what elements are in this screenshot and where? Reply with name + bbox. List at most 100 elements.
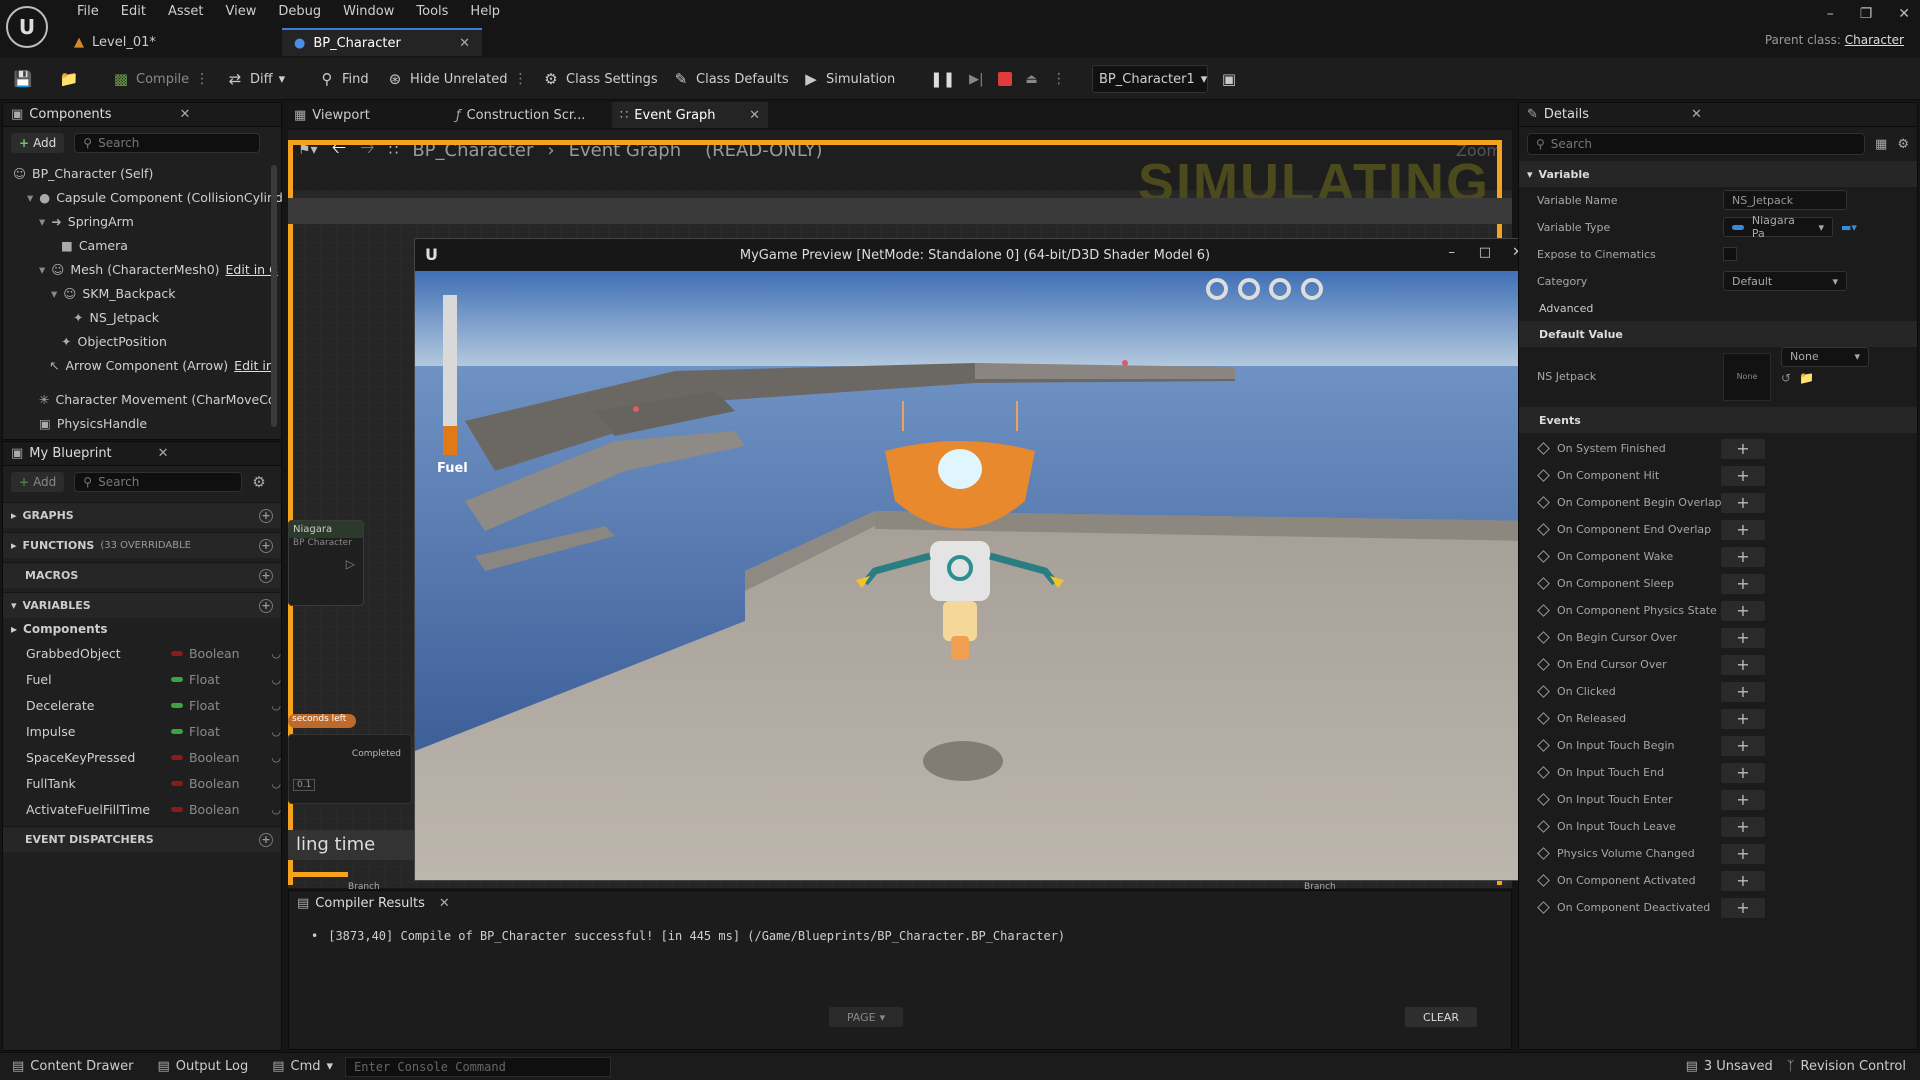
variable-row[interactable]: ActivateFuelFillTime Boolean ◡ (3, 796, 281, 822)
breadcrumb-root[interactable]: BP_Character (412, 140, 533, 161)
unreal-logo-icon[interactable]: U (6, 6, 48, 48)
close-icon[interactable]: ✕ (158, 446, 169, 461)
console-input[interactable]: Enter Console Command (345, 1056, 612, 1077)
category-select[interactable]: Default ▾ (1723, 271, 1847, 291)
node-value[interactable]: 0.1 (293, 779, 316, 791)
unsaved-button[interactable]: ▤ 3 Unsaved (1672, 1059, 1787, 1074)
variable-row[interactable]: Decelerate Float ◡ (3, 692, 281, 718)
class-defaults-button[interactable]: ✎ Class Defaults (672, 66, 789, 92)
tree-item-charmove[interactable]: ✳ Character Movement (CharMoveCo (13, 387, 281, 411)
page-select[interactable]: PAGE ▾ (829, 1007, 903, 1027)
more-icon[interactable]: ⋮ (195, 71, 209, 87)
graphs-section[interactable]: ▸ GRAPHS + (3, 502, 281, 528)
content-drawer-button[interactable]: ▤ Content Drawer (0, 1059, 145, 1074)
minimize-icon[interactable]: – (1827, 6, 1834, 22)
simulation-button[interactable]: ▶ Simulation (802, 66, 895, 92)
functions-section[interactable]: ▸ FUNCTIONS (33 OVERRIDABLE + (3, 532, 281, 558)
tree-item-objectposition[interactable]: ✦ ObjectPosition (13, 329, 281, 353)
compile-button[interactable]: ▩ Compile ⋮ (112, 66, 209, 92)
menu-help[interactable]: Help (459, 2, 511, 22)
preview-title-bar[interactable]: U MyGame Preview [NetMode: Standalone 0]… (415, 239, 1535, 271)
add-event-button[interactable]: + (1721, 843, 1765, 864)
add-event-button[interactable]: + (1721, 681, 1765, 702)
menu-tools[interactable]: Tools (405, 2, 459, 22)
tab-viewport[interactable]: ▦ Viewport (294, 102, 370, 128)
macros-section[interactable]: MACROS + (3, 562, 281, 588)
tree-item-capsule[interactable]: ▾ ● Capsule Component (CollisionCylind (13, 185, 283, 209)
add-component-button[interactable]: + Add (11, 133, 65, 153)
tree-item-backpack[interactable]: ▾ ☺ SKM_Backpack (13, 281, 281, 305)
asset-thumbnail[interactable]: None (1723, 352, 1771, 401)
variable-row[interactable]: SpaceKeyPressed Boolean ◡ (3, 744, 281, 770)
scrollbar[interactable] (271, 165, 277, 427)
grid-view-icon[interactable]: ▦ (1875, 137, 1887, 152)
tree-item-camera[interactable]: ■ Camera (13, 233, 281, 257)
minimize-icon[interactable]: – (1449, 245, 1456, 260)
close-icon[interactable]: ✕ (1691, 107, 1702, 122)
hide-unrelated-button[interactable]: ⊛ Hide Unrelated ⋮ (386, 66, 528, 92)
events-section[interactable]: Events (1519, 407, 1917, 433)
add-event-button[interactable]: + (1721, 492, 1765, 513)
parent-class-link[interactable]: Character (1845, 33, 1904, 47)
bookmark-icon[interactable]: ⚑▾ (298, 142, 318, 158)
event-dispatchers-section[interactable]: EVENT DISPATCHERS + (3, 826, 281, 852)
gear-icon[interactable]: ⚙ (252, 473, 265, 491)
menu-edit[interactable]: Edit (110, 2, 157, 22)
maximize-icon[interactable]: □ (1479, 245, 1491, 260)
add-event-button[interactable]: + (1721, 546, 1765, 567)
browse-folder-icon[interactable]: 📁 (1799, 371, 1814, 385)
variable-row[interactable]: GrabbedObject Boolean ◡ (3, 640, 281, 666)
advanced-row[interactable]: Advanced (1519, 295, 1917, 321)
add-event-button[interactable]: + (1721, 654, 1765, 675)
debug-object-select[interactable]: BP_Character1 ▾ (1092, 65, 1208, 93)
restore-icon[interactable]: ❐ (1860, 6, 1873, 22)
add-function-icon[interactable]: + (259, 538, 273, 553)
doc-tab-level[interactable]: ▲ Level_01* (62, 28, 282, 56)
menu-debug[interactable]: Debug (267, 2, 332, 22)
default-value-section[interactable]: Default Value (1519, 321, 1917, 347)
variable-type-select[interactable]: Niagara Pa ▾ (1723, 214, 1833, 240)
breadcrumb-child[interactable]: Event Graph (569, 140, 682, 161)
tab-close-icon[interactable]: ✕ (459, 36, 470, 51)
class-settings-button[interactable]: ⚙ Class Settings (542, 66, 657, 92)
eye-icon[interactable]: ◡ (271, 699, 281, 712)
add-event-button[interactable]: + (1721, 600, 1765, 621)
tree-item-springarm[interactable]: ▾ ➜ SpringArm (13, 209, 281, 233)
eye-icon[interactable]: ◡ (271, 803, 281, 816)
eye-icon[interactable]: ◡ (271, 725, 281, 738)
add-event-button[interactable]: + (1721, 735, 1765, 756)
forward-arrow-icon[interactable]: 🡢 (360, 135, 375, 165)
back-arrow-icon[interactable]: 🡠 (332, 135, 347, 165)
diff-button[interactable]: ⇄ Diff ▾ (226, 66, 285, 92)
menu-window[interactable]: Window (332, 2, 405, 22)
tree-item-mesh[interactable]: ▾ ☺ Mesh (CharacterMesh0) Edit in C (13, 257, 281, 281)
close-icon[interactable]: ✕ (1898, 6, 1910, 22)
add-event-button[interactable]: + (1721, 708, 1765, 729)
add-event-button[interactable]: + (1721, 870, 1765, 891)
variable-section[interactable]: ▾ Variable (1519, 161, 1917, 187)
add-event-button[interactable]: + (1721, 897, 1765, 918)
add-variable-icon[interactable]: + (259, 598, 273, 613)
eject-icon[interactable]: ⏏ (1026, 72, 1038, 87)
clear-button[interactable]: CLEAR (1405, 1007, 1477, 1027)
expose-checkbox[interactable] (1723, 247, 1737, 261)
add-dispatcher-icon[interactable]: + (259, 832, 273, 847)
tree-item-arrow[interactable]: ↖ Arrow Component (Arrow) Edit in (13, 353, 281, 377)
add-macro-icon[interactable]: + (259, 568, 273, 583)
variable-name-input[interactable]: NS_Jetpack (1723, 190, 1847, 210)
add-event-button[interactable]: + (1721, 519, 1765, 540)
gear-icon[interactable]: ⚙ (1897, 137, 1909, 152)
doc-tab-bp-character[interactable]: ● BP_Character ✕ (282, 28, 482, 56)
add-event-button[interactable]: + (1721, 573, 1765, 594)
browse-button[interactable]: 📁 (60, 66, 79, 92)
var-group-components[interactable]: ▸ Components (3, 618, 281, 640)
tree-item-jetpack[interactable]: ✦ NS_Jetpack (13, 305, 281, 329)
components-search[interactable]: ⚲ Search (74, 133, 261, 153)
find-button[interactable]: ⚲ Find (318, 66, 369, 92)
tree-item-physicshandle[interactable]: ▣ PhysicsHandle (13, 411, 281, 435)
eye-icon[interactable]: ◡ (271, 647, 281, 660)
variable-row[interactable]: FullTank Boolean ◡ (3, 770, 281, 796)
eye-icon[interactable]: ◡ (271, 777, 281, 790)
reset-arrow-icon[interactable]: ↺ (1781, 371, 1791, 385)
game-viewport[interactable]: Fuel (415, 271, 1535, 880)
